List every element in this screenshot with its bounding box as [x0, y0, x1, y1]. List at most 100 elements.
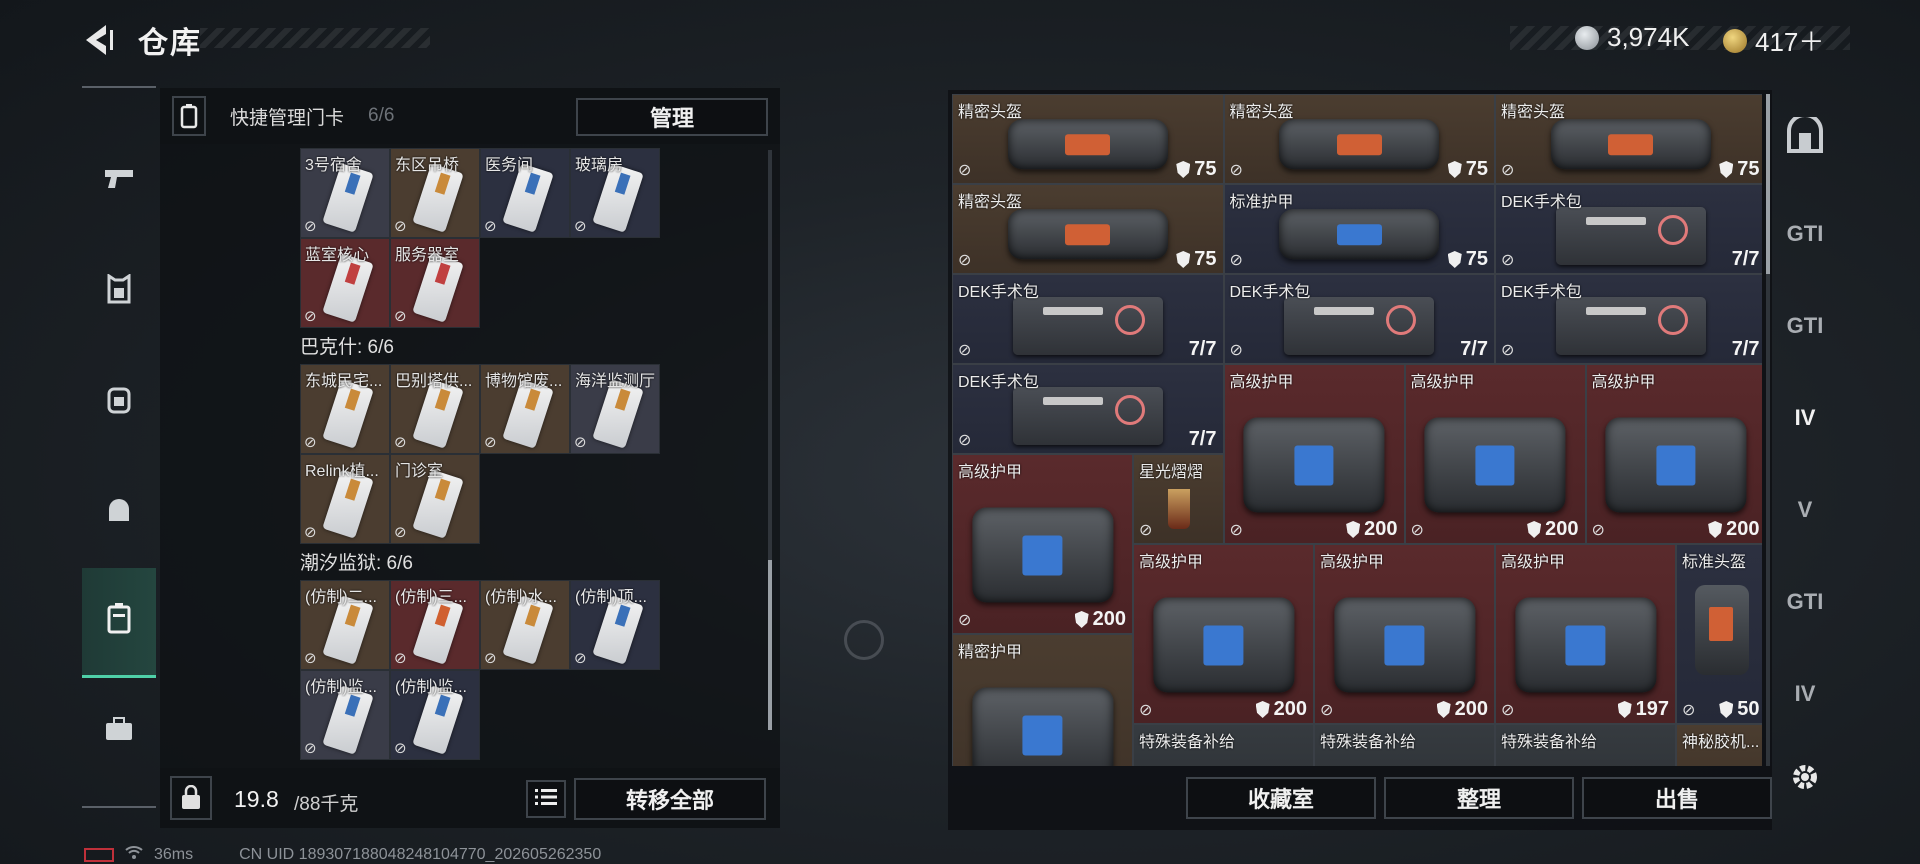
item-durability: 75 — [1176, 158, 1217, 181]
stash-item[interactable]: 高级护甲 ⊘ 200 — [952, 454, 1133, 634]
item-durability: 200 — [1346, 518, 1398, 541]
stash-item[interactable]: DEK手术包 ⊘ 7/7 — [952, 364, 1224, 454]
stash-item[interactable]: 精密头盔 ⊘ 75 — [952, 184, 1224, 274]
stash-item[interactable]: 标准护甲 ⊘ 75 — [1223, 184, 1495, 274]
stash-item[interactable]: 高级护甲 ⊘ 200 — [1223, 364, 1405, 544]
container-case-1[interactable]: GTI — [1776, 192, 1834, 276]
stash-item[interactable]: 高级护甲 ⊘ 200 — [1133, 544, 1314, 724]
first-aid-kit-icon — [1555, 207, 1706, 266]
manage-button[interactable]: 管理 — [576, 98, 768, 136]
shield-icon — [1346, 521, 1361, 538]
stash-scrollbar-thumb[interactable] — [1766, 94, 1770, 274]
case-2-label: GTI — [1786, 313, 1824, 338]
nav-keycards[interactable] — [82, 568, 156, 678]
backpack-icon — [106, 384, 132, 422]
premium-balance[interactable]: 417＋ — [1723, 22, 1824, 59]
keycard-slot[interactable]: 门诊室 ⊘ — [390, 454, 480, 544]
stash-item[interactable]: DEK手术包 ⊘ 7/7 — [1495, 274, 1762, 364]
stash-item[interactable]: 精密头盔 ⊘ 75 — [1223, 94, 1495, 184]
keycard-slot[interactable]: 玻璃房 ⊘ — [570, 148, 660, 238]
keycard-slot[interactable]: 3号宿舍 ⊘ — [300, 148, 390, 238]
item-value: 75 — [1465, 248, 1488, 270]
stash-item[interactable]: 高级护甲 ⊘ 200 — [1404, 364, 1586, 544]
keycard-slot[interactable]: 海洋监测厅 ⊘ — [570, 364, 660, 454]
transfer-all-button[interactable]: 转移全部 — [574, 778, 766, 820]
keycard-slot[interactable]: (仿制)水... ⊘ — [480, 580, 570, 670]
container-case-6[interactable]: IV — [1776, 652, 1834, 736]
nav-toolbox[interactable] — [82, 678, 156, 788]
locked-icon: ⊘ — [1501, 252, 1515, 269]
keycard-slot[interactable]: Relink植... ⊘ — [300, 454, 390, 544]
stash-item[interactable]: 高级护甲 ⊘ 200 — [1314, 544, 1495, 724]
keycard-slot[interactable]: (仿制)监... ⊘ — [390, 670, 480, 760]
drink-icon — [1168, 489, 1190, 529]
category-nav — [82, 86, 156, 808]
keycard-name: 海洋监测厅 — [575, 373, 656, 390]
container-case-4[interactable]: V — [1776, 468, 1834, 552]
item-name: 高级护甲 — [1229, 374, 1294, 391]
locked-icon: ⊘ — [574, 218, 587, 235]
nav-weapons[interactable] — [82, 128, 156, 238]
locked-icon: ⊘ — [958, 252, 972, 269]
weight-current: 19.8 — [234, 786, 279, 812]
stash-item[interactable]: DEK手术包 ⊘ 7/7 — [952, 274, 1224, 364]
item-value: 200 — [1545, 518, 1579, 540]
locked-icon: ⊘ — [958, 432, 972, 449]
keycard-slot[interactable]: 东区吊桥 ⊘ — [390, 148, 480, 238]
keycard-name: 博物馆废... — [485, 373, 563, 390]
stash-item[interactable]: DEK手术包 ⊘ 7/7 — [1495, 184, 1762, 274]
stash-item[interactable]: 特殊装备补给 — [1495, 724, 1676, 766]
keycard-slot[interactable]: 服务器室 ⊘ — [390, 238, 480, 328]
stash-item[interactable]: 特殊装备补给 — [1133, 724, 1314, 766]
keycard-slot[interactable]: 东城民宅... ⊘ — [300, 364, 390, 454]
settings-button[interactable] — [1776, 738, 1834, 822]
keycard-slot[interactable]: (仿制)三... ⊘ — [390, 580, 480, 670]
container-case-5[interactable]: GTI — [1776, 560, 1834, 644]
item-value: 200 — [1092, 608, 1126, 630]
sort-button[interactable]: 整理 — [1384, 777, 1574, 819]
container-case-3[interactable]: IV — [1776, 376, 1834, 460]
stash-item[interactable]: 标准头盔 ⊘ 50 — [1676, 544, 1762, 724]
item-value: 50 — [1737, 698, 1760, 720]
stash-item[interactable]: 精密护甲⊘ — [952, 634, 1133, 766]
container-case-2[interactable]: GTI — [1776, 284, 1834, 368]
stash-item[interactable]: 高级护甲 ⊘ 197 — [1495, 544, 1676, 724]
locked-icon: ⊘ — [1139, 522, 1153, 539]
list-view-button[interactable] — [526, 780, 566, 818]
stash-item[interactable]: 精密头盔 ⊘ 75 — [952, 94, 1224, 184]
stash-item[interactable]: 高级护甲 ⊘ 200 — [1585, 364, 1762, 544]
item-name: 特殊装备补给 — [1320, 734, 1417, 751]
stash-item[interactable]: DEK手术包 ⊘ 7/7 — [1223, 274, 1495, 364]
keycard-slot[interactable]: (仿制)监... ⊘ — [300, 670, 390, 760]
collection-room-button[interactable]: 收藏室 — [1186, 777, 1376, 819]
keycard-slot[interactable]: 博物馆废... ⊘ — [480, 364, 570, 454]
stash-item[interactable]: 星光熠熠 ⊘ — [1133, 454, 1224, 544]
toolbox-icon — [104, 716, 134, 750]
nav-armor[interactable] — [82, 238, 156, 348]
locked-icon: ⊘ — [394, 740, 407, 757]
keycard-slot[interactable]: 蓝室核心 ⊘ — [300, 238, 390, 328]
stash-item[interactable]: 神秘胶机... — [1676, 724, 1762, 766]
locked-icon: ⊘ — [1591, 522, 1605, 539]
keycard-scrollbar-thumb[interactable] — [768, 560, 772, 730]
shield-icon — [1436, 701, 1451, 718]
sell-button[interactable]: 出售 — [1582, 777, 1772, 819]
container-nav: GTI GTI IV V GTI IV — [1776, 96, 1834, 816]
center-reticle-icon — [844, 620, 884, 660]
stash-item[interactable]: 精密头盔 ⊘ 75 — [1495, 94, 1762, 184]
keycard-slot[interactable]: 巴别塔供... ⊘ — [390, 364, 480, 454]
coin-balance: 3,974K — [1575, 22, 1689, 53]
keycard-slot[interactable]: (仿制)二... ⊘ — [300, 580, 390, 670]
back-arrow-icon[interactable] — [80, 22, 116, 58]
helmet-icon — [1695, 585, 1749, 675]
nav-backpack[interactable] — [82, 348, 156, 458]
container-safe[interactable] — [1776, 96, 1834, 180]
nav-helmet[interactable] — [82, 458, 156, 568]
keycard-slot[interactable]: (仿制)顶... ⊘ — [570, 580, 660, 670]
group-title-tidal-prison: 潮汐监狱: 6/6 — [300, 553, 413, 574]
coin-amount: 3,974K — [1607, 22, 1690, 52]
item-durability: 200 — [1527, 518, 1579, 541]
keycard-slot[interactable]: 医务间 ⊘ — [480, 148, 570, 238]
stash-item[interactable]: 特殊装备补给 — [1314, 724, 1495, 766]
item-durability: 7/7 — [1732, 248, 1760, 271]
